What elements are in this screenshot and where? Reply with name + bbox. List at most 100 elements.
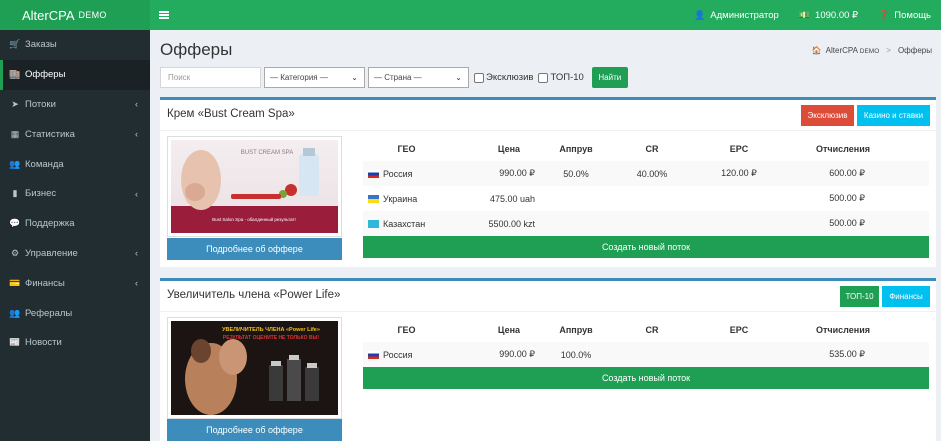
svg-text:BUST CREAM SPA: BUST CREAM SPA <box>241 150 293 156</box>
sidebar: 🛒 Заказы 🏬 Офферы ➤ Потоки ‹ ▦ Статистика ‹ 👥 Коман… <box>0 30 150 441</box>
sidebar-item-label: Потоки <box>25 98 56 110</box>
tag-badge[interactable]: Эксклюзив <box>801 105 854 126</box>
breadcrumb-home[interactable]: AlterCPA DEMO <box>826 46 880 55</box>
tag-badge[interactable]: Финансы <box>882 286 930 307</box>
sidebar-item-label: Команда <box>25 158 64 170</box>
tag-badge[interactable]: Казино и ставки <box>857 105 930 126</box>
sidebar-item[interactable]: ▦ Статистика ‹ <box>0 119 150 149</box>
offer-title[interactable]: Увеличитель члена «Power Life» <box>167 289 340 301</box>
sidebar-item[interactable]: ➤ Потоки ‹ <box>0 90 150 120</box>
offer-image[interactable]: BUST CREAM SPA Bust Salon Spa - обалденн… <box>167 136 342 237</box>
approve-cell: 100.0% <box>560 349 592 360</box>
newspaper-icon: 📰 <box>9 337 21 348</box>
gears-icon: ⚙ <box>10 247 20 258</box>
breadcrumb-current: Офферы <box>897 46 932 55</box>
offer-card: Увеличитель члена «Power Life» ТОП-10 Фи… <box>160 278 936 441</box>
checkbox-box[interactable] <box>474 72 484 83</box>
table-row: Россия 990.00 ₽ 100.0% 535.00 ₽ <box>363 342 929 367</box>
top10-checkbox[interactable]: ТОП-10 <box>538 72 584 83</box>
country-select[interactable]: — Страна — ⌄ <box>368 67 469 88</box>
offer-details-button[interactable]: Подробнее об оффере <box>167 419 342 441</box>
chevron-down-icon: ⌄ <box>455 73 462 82</box>
column-header: Отчисления <box>816 143 870 154</box>
sidebar-item-label: Офферы <box>25 69 66 81</box>
column-header: ГЕО <box>397 324 416 335</box>
create-stream-button[interactable]: Создать новый поток <box>363 367 929 389</box>
brand-suffix: DEMO <box>78 10 107 20</box>
search-input[interactable]: Поиск <box>160 67 261 88</box>
checkbox-box[interactable] <box>538 72 549 83</box>
price-cell: 475.00 uah <box>489 193 535 204</box>
brand-logo[interactable]: AlterCPA DEMO <box>0 0 150 30</box>
find-button[interactable]: Найти <box>591 67 628 88</box>
sidebar-item-label: Финансы <box>25 277 65 289</box>
home-icon: 🏠 <box>811 46 822 55</box>
chevron-left-icon: ‹ <box>135 278 138 289</box>
money-icon: 💵 <box>798 9 811 20</box>
help-icon: ❓ <box>878 9 890 20</box>
page-title: Офферы <box>160 40 233 59</box>
balance-menu[interactable]: 💵 1090.00 ₽ <box>789 0 868 30</box>
table-header-row: ГЕО Цена Аппрув CR EPC Отчисления <box>363 317 929 342</box>
help-label: Помощь <box>894 9 931 21</box>
sidebar-item[interactable]: 💳 Финансы ‹ <box>0 268 150 298</box>
epc-cell: 120.00 ₽ <box>721 168 757 178</box>
table-row: Казахстан 5500.00 kzt 500.00 ₽ <box>363 211 929 236</box>
chart-icon: ▦ <box>10 128 20 139</box>
payout-cell: 535.00 ₽ <box>829 349 865 359</box>
table-header-row: ГЕО Цена Аппрув CR EPC Отчисления <box>363 136 929 161</box>
flag-icon <box>368 169 379 178</box>
sidebar-item[interactable]: ⚙ Управление ‹ <box>0 239 150 269</box>
comments-icon: 💬 <box>9 218 21 229</box>
sidebar-item[interactable]: 📰 Новости <box>0 328 150 358</box>
create-stream-button[interactable]: Создать новый поток <box>363 236 929 258</box>
bar-chart-icon: ▮ <box>12 188 18 199</box>
menu-toggle-icon[interactable] <box>159 11 169 19</box>
payout-cell: 500.00 ₽ <box>829 193 865 203</box>
balance-value: 1090.00 ₽ <box>815 9 859 21</box>
chevron-down-icon: ⌄ <box>351 73 358 82</box>
sidebar-item[interactable]: 🏬 Офферы <box>0 59 150 90</box>
sidebar-item[interactable]: 💬 Поддержка <box>0 209 150 239</box>
flag-icon <box>368 350 379 359</box>
geo-cell: Россия <box>363 350 445 360</box>
geo-cell: Казахстан <box>363 219 445 229</box>
tag-badge[interactable]: ТОП-10 <box>840 286 879 307</box>
user-menu[interactable]: 👤 Администратор <box>684 0 789 30</box>
category-select[interactable]: — Категория — ⌄ <box>264 67 365 88</box>
sidebar-item[interactable]: 👥 Рефералы <box>0 298 150 328</box>
offer-title[interactable]: Крем «Bust Cream Spa» <box>167 108 295 120</box>
approve-cell: 50.0% <box>563 168 589 179</box>
sidebar-item-label: Поддержка <box>25 218 75 230</box>
country-name: Россия <box>383 168 413 179</box>
sidebar-item-label: Заказы <box>25 39 57 51</box>
referrals-icon: 👥 <box>9 307 21 318</box>
geo-cell: Украина <box>363 194 445 204</box>
offer-details-button[interactable]: Подробнее об оффере <box>167 238 342 260</box>
sidebar-item-label: Рефералы <box>25 307 73 319</box>
filter-bar: Поиск — Категория — ⌄ — Страна — ⌄ Эксклюз… <box>160 67 628 88</box>
svg-text:УВЕЛИЧИТЕЛЬ ЧЛЕНА «Power Life»: УВЕЛИЧИТЕЛЬ ЧЛЕНА «Power Life» <box>222 327 320 333</box>
price-cell: 990.00 ₽ <box>499 349 535 359</box>
column-header: ГЕО <box>397 143 416 154</box>
flag-icon <box>368 194 379 203</box>
offer-card: Крем «Bust Cream Spa» Эксклюзив Казино и… <box>160 97 936 267</box>
sidebar-item[interactable]: 👥 Команда <box>0 149 150 179</box>
sidebar-item[interactable]: ▮ Бизнес ‹ <box>0 179 150 209</box>
sidebar-item[interactable]: 🛒 Заказы <box>0 30 150 60</box>
offer-image[interactable]: УВЕЛИЧИТЕЛЬ ЧЛЕНА «Power Life» РЕЗУЛЬТАТ… <box>167 317 342 419</box>
exclusive-checkbox[interactable]: Эксклюзив <box>474 72 533 83</box>
shop-icon: 🏬 <box>9 69 21 80</box>
cart-icon: 🛒 <box>9 39 21 50</box>
payout-cell: 500.00 ₽ <box>829 218 865 228</box>
help-link[interactable]: ❓ Помощь <box>868 0 941 30</box>
country-name: Казахстан <box>383 218 426 229</box>
column-header: EPC <box>729 324 749 335</box>
column-header: Аппрув <box>559 324 593 335</box>
column-header: Аппрув <box>559 143 593 154</box>
cr-cell: 40.00% <box>636 168 668 179</box>
flag-icon <box>368 219 379 228</box>
sidebar-item-label: Статистика <box>25 128 75 140</box>
chevron-left-icon: ‹ <box>135 248 138 259</box>
table-row: Россия 990.00 ₽ 50.0% 40.00% 120.00 ₽ 600.00 … <box>363 161 929 186</box>
